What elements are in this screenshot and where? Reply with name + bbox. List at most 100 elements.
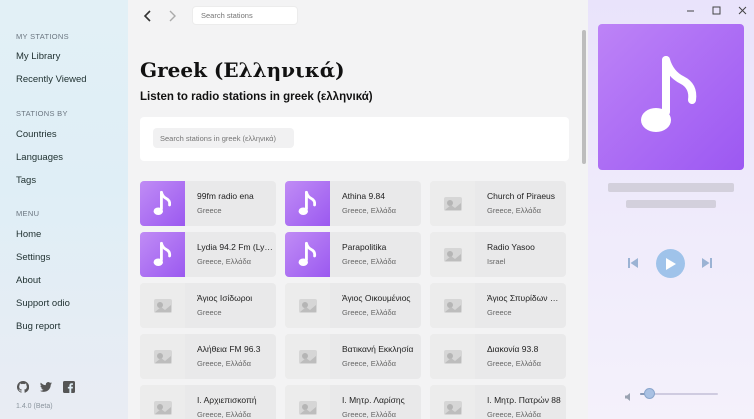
station-name: Άγιος Ισίδωροι (197, 293, 253, 303)
station-card[interactable]: Lydia 94.2 Fm (Lydia 94.2) Greece, Ελλάδα (140, 232, 276, 277)
station-name: Διακονία 93.8 (487, 344, 539, 354)
track-subtitle-placeholder (626, 200, 716, 208)
previous-button[interactable] (626, 256, 640, 270)
forward-button[interactable] (164, 8, 180, 24)
page-subtitle: Listen to radio stations in greek (ελλην… (140, 91, 373, 103)
play-icon (666, 257, 676, 270)
station-card[interactable]: Βατικανή Εκκλησία Greece, Ελλάδα (285, 334, 421, 379)
sidebar-item-settings[interactable]: Settings (16, 252, 50, 263)
page-title: Greek (Ελληνικά) (140, 58, 345, 82)
sidebar-item-countries[interactable]: Countries (16, 129, 57, 140)
music-note-icon (641, 56, 697, 132)
station-card[interactable]: Ι. Μητρ. Λαρίσης Greece, Ελλάδα (285, 385, 421, 419)
station-name: Βατικανή Εκκλησία (342, 344, 414, 354)
main-content: Greek (Ελληνικά) Listen to radio station… (128, 0, 588, 419)
station-country: Greece, Ελλάδα (197, 410, 251, 419)
close-icon[interactable] (736, 4, 748, 16)
station-logo (285, 283, 330, 328)
search-panel (140, 117, 569, 161)
skip-previous-icon (628, 258, 638, 268)
station-name: 99fm radio ena (197, 191, 254, 201)
music-note-icon (285, 181, 330, 226)
station-card[interactable]: 99fm radio ena Greece (140, 181, 276, 226)
station-name: Ι. Μητρ. Πατρών 88 (487, 395, 561, 405)
chevron-right-icon (169, 10, 176, 22)
music-note-icon (285, 232, 330, 277)
sidebar: MY STATIONS My Library Recently Viewed S… (0, 0, 128, 419)
sidebar-item-home[interactable]: Home (16, 229, 41, 240)
player-panel (588, 0, 754, 419)
station-logo (430, 334, 475, 379)
station-card[interactable]: Radio Yasoo Israel (430, 232, 566, 277)
station-logo (285, 385, 330, 419)
station-card[interactable]: Διακονία 93.8 Greece, Ελλάδα (430, 334, 566, 379)
station-country: Greece (197, 206, 222, 215)
station-name: Church of Piraeus (487, 191, 556, 201)
back-button[interactable] (140, 8, 156, 24)
section-menu: MENU (16, 209, 40, 218)
station-country: Greece (487, 308, 512, 317)
station-card[interactable]: Άγιος Σπυρίδων 91.1 Greece (430, 283, 566, 328)
chevron-left-icon (143, 10, 151, 22)
facebook-icon[interactable] (62, 380, 75, 393)
sidebar-item-tags[interactable]: Tags (16, 175, 36, 186)
station-name: Athina 9.84 (342, 191, 386, 201)
station-country: Greece (197, 308, 222, 317)
social-links (16, 380, 75, 393)
station-country: Greece, Ελλάδα (487, 206, 541, 215)
station-country: Greece, Ελλάδα (342, 257, 396, 266)
scrollbar[interactable] (582, 30, 586, 164)
sidebar-item-about[interactable]: About (16, 275, 41, 286)
play-button[interactable] (656, 249, 685, 278)
language-search-input[interactable] (153, 128, 294, 148)
station-logo (430, 385, 475, 419)
station-card[interactable]: Church of Piraeus Greece, Ελλάδα (430, 181, 566, 226)
station-card[interactable]: Parapolitika Greece, Ελλάδα (285, 232, 421, 277)
volume-icon[interactable] (624, 389, 634, 401)
station-country: Greece, Ελλάδα (197, 257, 251, 266)
github-icon[interactable] (16, 380, 29, 393)
now-playing-artwork (598, 24, 744, 170)
station-name: Ι. Αρχιεπισκοπή (197, 395, 257, 405)
skip-next-icon (702, 258, 712, 268)
station-name: Radio Yasoo (487, 242, 535, 252)
volume-slider-knob[interactable] (644, 388, 656, 399)
station-card[interactable]: Άγιος Ισίδωροι Greece (140, 283, 276, 328)
section-stations-by: STATIONS BY (16, 109, 68, 118)
section-my-stations: MY STATIONS (16, 32, 69, 41)
sidebar-item-bug-report[interactable]: Bug report (16, 321, 60, 332)
station-card[interactable]: Ι. Μητρ. Πατρών 88 Greece, Ελλάδα (430, 385, 566, 419)
sidebar-item-support[interactable]: Support odio (16, 298, 70, 309)
station-name: Lydia 94.2 Fm (Lydia 94.2) (197, 242, 273, 252)
twitter-icon[interactable] (39, 380, 52, 393)
station-card[interactable]: Άγιος Οικουμένιος Greece, Ελλάδα (285, 283, 421, 328)
station-name: Άγιος Σπυρίδων 91.1 (487, 293, 563, 303)
station-logo (430, 181, 475, 226)
station-logo (430, 232, 475, 277)
music-note-icon (140, 181, 185, 226)
sidebar-item-recently-viewed[interactable]: Recently Viewed (16, 74, 87, 85)
minimize-icon[interactable] (684, 4, 696, 16)
station-country: Greece, Ελλάδα (342, 410, 396, 419)
station-country: Greece, Ελλάδα (342, 359, 396, 368)
global-search-input[interactable] (192, 6, 298, 25)
station-logo (285, 334, 330, 379)
sidebar-item-languages[interactable]: Languages (16, 152, 63, 163)
track-title-placeholder (608, 183, 734, 192)
station-name: Ι. Μητρ. Λαρίσης (342, 395, 405, 405)
maximize-icon[interactable] (710, 4, 722, 16)
station-card[interactable]: Athina 9.84 Greece, Ελλάδα (285, 181, 421, 226)
station-logo (140, 283, 185, 328)
station-country: Israel (487, 257, 506, 266)
station-name: Αλήθεια FM 96.3 (197, 344, 261, 354)
station-country: Greece, Ελλάδα (197, 359, 251, 368)
station-card[interactable]: Ι. Αρχιεπισκοπή Greece, Ελλάδα (140, 385, 276, 419)
station-country: Greece, Ελλάδα (342, 308, 396, 317)
station-country: Greece, Ελλάδα (342, 206, 396, 215)
next-button[interactable] (700, 256, 714, 270)
station-name: Άγιος Οικουμένιος (342, 293, 411, 303)
station-card[interactable]: Αλήθεια FM 96.3 Greece, Ελλάδα (140, 334, 276, 379)
music-note-icon (140, 232, 185, 277)
station-name: Parapolitika (342, 242, 387, 252)
sidebar-item-my-library[interactable]: My Library (16, 51, 60, 62)
